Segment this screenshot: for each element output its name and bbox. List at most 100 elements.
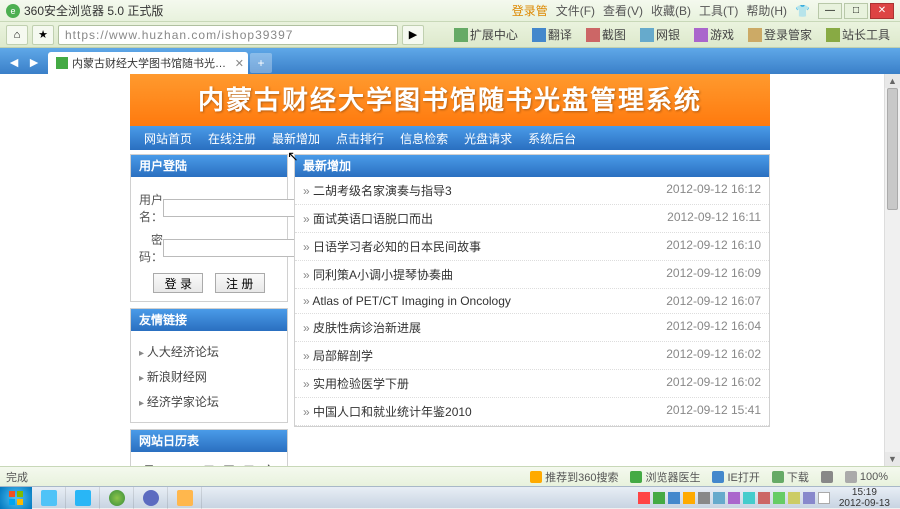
friend-link[interactable]: 经济学家论坛 — [139, 389, 279, 414]
news-title[interactable]: 实用检验医学下册 — [303, 375, 409, 392]
windows-taskbar: 15:19 2012-09-13 — [0, 486, 900, 508]
screenshot-button[interactable]: 截图 — [582, 24, 630, 45]
tray-icon[interactable] — [803, 492, 815, 504]
menu-help[interactable]: 帮助(H) — [746, 2, 787, 19]
maximize-button[interactable]: □ — [844, 3, 868, 19]
back-button[interactable]: ◄ — [4, 52, 24, 72]
menu-view[interactable]: 查看(V) — [603, 2, 643, 19]
tab-close-button[interactable]: ✕ — [235, 57, 244, 70]
register-button[interactable]: 注 册 — [215, 273, 265, 293]
news-date: 2012-09-12 16:11 — [667, 210, 761, 227]
friend-link[interactable]: 新浪财经网 — [139, 364, 279, 389]
skin-icon[interactable]: 👕 — [795, 4, 810, 18]
news-item: 皮肤性病诊治新进展 2012-09-12 16:04 — [295, 314, 769, 342]
scroll-up-icon[interactable]: ▲ — [885, 74, 900, 88]
news-title[interactable]: 同利策A小调小提琴协奏曲 — [303, 266, 453, 283]
task-ie[interactable] — [32, 487, 66, 509]
sound-icon — [821, 471, 833, 483]
tab-title: 内蒙古财经大学图书馆随书光盘管理… — [72, 55, 228, 71]
close-button[interactable]: ✕ — [870, 3, 894, 19]
doctor-icon — [630, 471, 642, 483]
tray-icon[interactable] — [788, 492, 800, 504]
tray-icon[interactable] — [698, 492, 710, 504]
tray-icon[interactable] — [668, 492, 680, 504]
news-title[interactable]: 皮肤性病诊治新进展 — [303, 319, 421, 336]
home-button[interactable]: ⌂ — [6, 25, 28, 45]
news-date: 2012-09-12 16:10 — [666, 238, 761, 255]
menu-tools[interactable]: 工具(T) — [699, 2, 738, 19]
news-title[interactable]: 面试英语口语脱口而出 — [303, 210, 433, 227]
site-banner: 内蒙古财经大学图书馆随书光盘管理系统 — [130, 74, 770, 126]
tray-icon[interactable] — [728, 492, 740, 504]
menu-login[interactable]: 登录管 — [512, 2, 548, 19]
tray-icon[interactable] — [743, 492, 755, 504]
nav-latest[interactable]: 最新增加 — [264, 130, 328, 147]
tray-icon[interactable] — [683, 492, 695, 504]
scroll-down-icon[interactable]: ▼ — [885, 452, 900, 466]
tab-bar: ◄ ► 内蒙古财经大学图书馆随书光盘管理… ✕ + — [0, 48, 900, 74]
windows-logo-icon — [8, 490, 24, 506]
tray-icon[interactable] — [713, 492, 725, 504]
browser-favicon-icon: e — [6, 4, 20, 18]
webmaster-button[interactable]: 站长工具 — [822, 24, 894, 45]
url-input[interactable]: https://www.huzhan.com/ishop39397 — [58, 25, 398, 45]
ie-icon — [41, 490, 57, 506]
news-item: Atlas of PET/CT Imaging in Oncology2012-… — [295, 289, 769, 314]
nav-rank[interactable]: 点击排行 — [328, 130, 392, 147]
task-360[interactable] — [100, 487, 134, 509]
go-button[interactable]: ▶ — [402, 25, 424, 45]
news-item: 中国人口和就业统计年鉴20102012-09-12 15:41 — [295, 398, 769, 426]
friend-link[interactable]: 人大经济论坛 — [139, 339, 279, 364]
news-title[interactable]: 局部解剖学 — [303, 347, 373, 364]
status-search[interactable]: 推荐到360搜索 — [530, 469, 618, 485]
tray-icon[interactable] — [758, 492, 770, 504]
tray-icon[interactable] — [638, 492, 650, 504]
ext-center-button[interactable]: 扩展中心 — [450, 24, 522, 45]
status-zoom[interactable]: 100% — [845, 471, 888, 483]
links-box: 友情链接 人大经济论坛 新浪财经网 经济学家论坛 — [130, 308, 288, 423]
tray-flag-icon[interactable] — [818, 492, 830, 504]
search360-icon — [530, 471, 542, 483]
login-button[interactable]: 登 录 — [153, 273, 203, 293]
tray-icon[interactable] — [653, 492, 665, 504]
nav-search[interactable]: 信息检索 — [392, 130, 456, 147]
game-button[interactable]: 游戏 — [690, 24, 738, 45]
minimize-button[interactable]: — — [818, 3, 842, 19]
task-eclipse[interactable] — [134, 487, 168, 509]
browser-titlebar: e 360安全浏览器 5.0 正式版 登录管 文件(F) 查看(V) 收藏(B)… — [0, 0, 900, 22]
nav-register[interactable]: 在线注册 — [200, 130, 264, 147]
fav-button[interactable]: ★ — [32, 25, 54, 45]
menu-fav[interactable]: 收藏(B) — [651, 2, 691, 19]
tray-icon[interactable] — [773, 492, 785, 504]
system-clock[interactable]: 15:19 2012-09-13 — [833, 487, 896, 509]
tab-active[interactable]: 内蒙古财经大学图书馆随书光盘管理… ✕ — [48, 52, 248, 74]
status-doctor[interactable]: 浏览器医生 — [630, 469, 700, 485]
globe-icon — [532, 28, 546, 42]
forward-button[interactable]: ► — [24, 52, 44, 72]
translate-button[interactable]: 翻译 — [528, 24, 576, 45]
nav-request[interactable]: 光盘请求 — [456, 130, 520, 147]
status-sound[interactable] — [821, 471, 833, 483]
menu-file[interactable]: 文件(F) — [556, 2, 595, 19]
scissors-icon — [586, 28, 600, 42]
news-title[interactable]: 日语学习者必知的日本民间故事 — [303, 238, 481, 255]
news-item: 局部解剖学2012-09-12 16:02 — [295, 342, 769, 370]
bank-button[interactable]: 网银 — [636, 24, 684, 45]
nav-admin[interactable]: 系统后台 — [520, 130, 584, 147]
new-tab-button[interactable]: + — [250, 53, 272, 73]
task-ie2[interactable] — [66, 487, 100, 509]
login-mgr-button[interactable]: 登录管家 — [744, 24, 816, 45]
status-ie[interactable]: IE打开 — [712, 469, 759, 485]
news-date: 2012-09-12 16:04 — [666, 319, 761, 336]
address-bar: ⌂ ★ https://www.huzhan.com/ishop39397 ▶ … — [0, 22, 900, 48]
news-title[interactable]: 中国人口和就业统计年鉴2010 — [303, 403, 472, 420]
browser-toolbar: 扩展中心 翻译 截图 网银 游戏 登录管家 站长工具 — [450, 24, 894, 45]
task-explorer[interactable] — [168, 487, 202, 509]
news-title[interactable]: 二胡考级名家演奏与指导3 — [303, 182, 452, 199]
ie-icon — [75, 490, 91, 506]
start-button[interactable] — [0, 487, 32, 509]
news-title[interactable]: Atlas of PET/CT Imaging in Oncology — [303, 294, 511, 308]
nav-home[interactable]: 网站首页 — [136, 130, 200, 147]
vertical-scrollbar[interactable]: ▲ ▼ — [884, 74, 900, 466]
status-download[interactable]: 下载 — [772, 469, 809, 485]
